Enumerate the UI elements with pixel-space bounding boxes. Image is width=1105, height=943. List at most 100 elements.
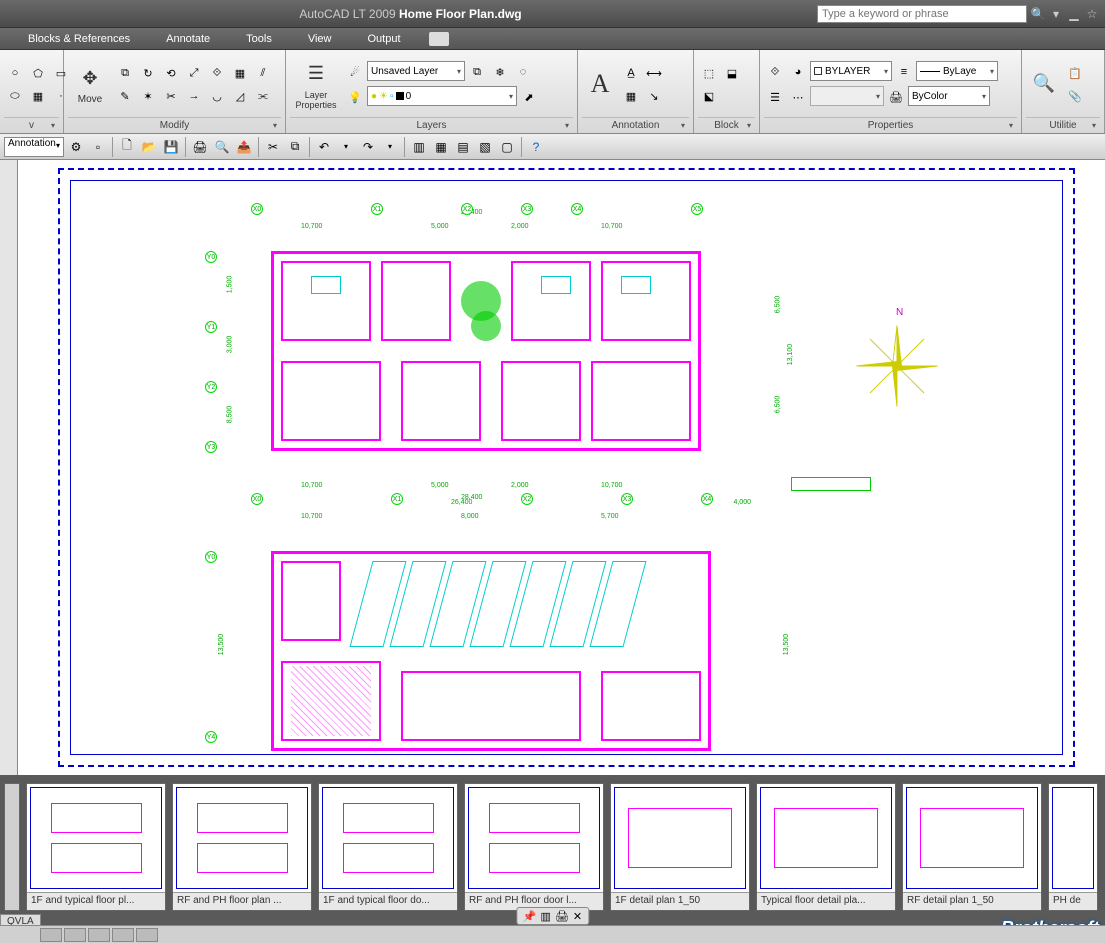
star-icon[interactable]: ☆ — [1084, 6, 1100, 22]
insert-block-icon[interactable]: ⬚ — [698, 62, 720, 84]
array-icon[interactable]: ▦ — [229, 62, 251, 84]
plotstyle-dropdown[interactable]: ByColor — [908, 86, 990, 106]
redo-drop-icon[interactable]: ▾ — [380, 137, 400, 157]
layout-thumb[interactable]: 1F and typical floor pl... — [26, 783, 166, 911]
fillet-icon[interactable]: ◡ — [206, 85, 228, 107]
ellipse-icon[interactable]: ⬭ — [4, 85, 26, 107]
ortho-toggle[interactable] — [88, 928, 110, 942]
layout-thumb[interactable]: RF and PH floor door l... — [464, 783, 604, 911]
linetype-dropdown[interactable] — [810, 86, 884, 106]
create-block-icon[interactable]: ⬓ — [721, 62, 743, 84]
undo-drop-icon[interactable]: ▾ — [336, 137, 356, 157]
polar-toggle[interactable] — [112, 928, 134, 942]
layout-thumb[interactable]: PH de — [1048, 783, 1098, 911]
circle-icon[interactable]: ○ — [4, 62, 26, 84]
measure-button[interactable]: 🔍 — [1026, 55, 1062, 115]
help-icon[interactable]: ? — [526, 137, 546, 157]
help-icon[interactable]: ▾ — [1048, 6, 1064, 22]
lineweight-dropdown[interactable]: ByLaye — [916, 61, 998, 81]
stretch-icon[interactable]: ⟐ — [206, 62, 228, 84]
paper-space[interactable]: 28,400 10,700 5,000 2,000 10,700 1,500 3… — [18, 160, 1105, 775]
current-layer-dropdown[interactable]: ●☀▫ 0 — [367, 86, 517, 106]
layer-iso-icon[interactable]: ⧉ — [466, 61, 488, 83]
thumb-collapse[interactable] — [4, 783, 20, 911]
move-button[interactable]: ✥ Move — [68, 55, 112, 115]
layer-properties-button[interactable]: ☰ Layer Properties — [290, 55, 342, 115]
snap-toggle[interactable] — [40, 928, 62, 942]
grid-toggle[interactable] — [64, 928, 86, 942]
layout-thumb[interactable]: RF and PH floor plan ... — [172, 783, 312, 911]
design-center-icon[interactable]: ▦ — [431, 137, 451, 157]
paste-icon[interactable]: 📋 — [1064, 62, 1086, 84]
ws-settings-icon[interactable]: ⚙ — [66, 137, 86, 157]
clip-icon[interactable]: 📎 — [1064, 85, 1086, 107]
sheet-set-icon[interactable]: ▧ — [475, 137, 495, 157]
layer-state-icon[interactable]: ☄ — [344, 61, 366, 83]
mirror-icon[interactable]: ⟲ — [160, 62, 182, 84]
layer-state-dropdown[interactable]: Unsaved Layer — [367, 61, 465, 81]
text-button[interactable]: A — [582, 55, 618, 115]
layer-match-icon[interactable]: ⬈ — [518, 86, 540, 108]
extend-icon[interactable]: → — [183, 85, 205, 107]
mtext-icon[interactable]: A̲ — [620, 62, 642, 84]
layout-thumb[interactable]: Typical floor detail pla... — [756, 783, 896, 911]
new-icon[interactable]: 🗋 — [117, 137, 137, 157]
publish-layout-icon[interactable]: 🖨 — [555, 910, 569, 923]
chamfer-icon[interactable]: ◿ — [229, 85, 251, 107]
pentagon-icon[interactable]: ⬠ — [27, 62, 49, 84]
print-icon[interactable]: 🖨 — [190, 137, 210, 157]
lineweight-icon[interactable]: ≡ — [893, 61, 915, 83]
linetype-icon[interactable]: ⋯ — [787, 86, 809, 108]
trim-icon[interactable]: ✂ — [160, 85, 182, 107]
prop-palette-icon[interactable]: ▥ — [409, 137, 429, 157]
scale-icon[interactable]: ⤢ — [183, 62, 205, 84]
minimize-icon[interactable]: ▁ — [1066, 6, 1082, 22]
menu-annotate[interactable]: Annotate — [148, 33, 228, 45]
search-go-icon[interactable]: 🔍 — [1030, 6, 1046, 22]
layer-freeze-icon[interactable]: ❄ — [489, 61, 511, 83]
menu-blocks[interactable]: Blocks & References — [10, 33, 148, 45]
open-icon[interactable]: 📂 — [139, 137, 159, 157]
osnap-toggle[interactable] — [136, 928, 158, 942]
dim-icon[interactable]: ⟷ — [643, 62, 665, 84]
color-wheel-icon[interactable]: ◕ — [787, 61, 809, 83]
rotate-icon[interactable]: ↻ — [137, 62, 159, 84]
copy-clip-icon[interactable]: ⧉ — [285, 137, 305, 157]
menu-output[interactable]: Output — [350, 33, 419, 45]
explode-icon[interactable]: ✶ — [137, 85, 159, 107]
plot-style-icon[interactable]: 🖨 — [885, 86, 907, 108]
menu-view[interactable]: View — [290, 33, 350, 45]
redo-icon[interactable]: ↷ — [358, 137, 378, 157]
erase-icon[interactable]: ✎ — [114, 85, 136, 107]
layer-bulb-icon[interactable]: 💡 — [344, 86, 366, 108]
hatch-icon[interactable]: ▦ — [27, 85, 49, 107]
publish-icon[interactable]: 📤 — [234, 137, 254, 157]
menu-tools[interactable]: Tools — [228, 33, 290, 45]
leader-icon[interactable]: ↘ — [643, 85, 665, 107]
copy-icon[interactable]: ⧉ — [114, 62, 136, 84]
join-icon[interactable]: ⫘ — [252, 85, 274, 107]
close-layout-icon[interactable]: ✕ — [573, 910, 582, 923]
search-input[interactable] — [817, 5, 1027, 23]
tool-palette-icon[interactable]: ▤ — [453, 137, 473, 157]
workspace-dropdown[interactable]: Annotation — [4, 137, 64, 157]
cut-icon[interactable]: ✂ — [263, 137, 283, 157]
mail-icon[interactable] — [429, 32, 449, 46]
table-icon[interactable]: ▦ — [620, 85, 642, 107]
undo-icon[interactable]: ↶ — [314, 137, 334, 157]
layout-thumb[interactable]: RF detail plan 1_50 — [902, 783, 1042, 911]
layout-thumb[interactable]: 1F and typical floor do... — [318, 783, 458, 911]
list-icon[interactable]: ☰ — [764, 86, 786, 108]
calc-icon[interactable]: ▢ — [497, 137, 517, 157]
color-dropdown[interactable]: BYLAYER — [810, 61, 892, 81]
new-layout-icon[interactable]: ▥ — [541, 910, 551, 923]
plot-preview-icon[interactable]: 🔍 — [212, 137, 232, 157]
save-icon[interactable]: 💾 — [161, 137, 181, 157]
layer-off-icon[interactable]: ◌ — [512, 61, 534, 83]
offset-icon[interactable]: ⫽ — [252, 62, 274, 84]
ws-save-icon[interactable]: ▫ — [88, 137, 108, 157]
pin-icon[interactable]: 📌 — [523, 910, 537, 923]
edit-block-icon[interactable]: ⬕ — [698, 85, 720, 107]
layout-thumb[interactable]: 1F detail plan 1_50 — [610, 783, 750, 911]
match-props-icon[interactable]: ⟐ — [764, 61, 786, 83]
